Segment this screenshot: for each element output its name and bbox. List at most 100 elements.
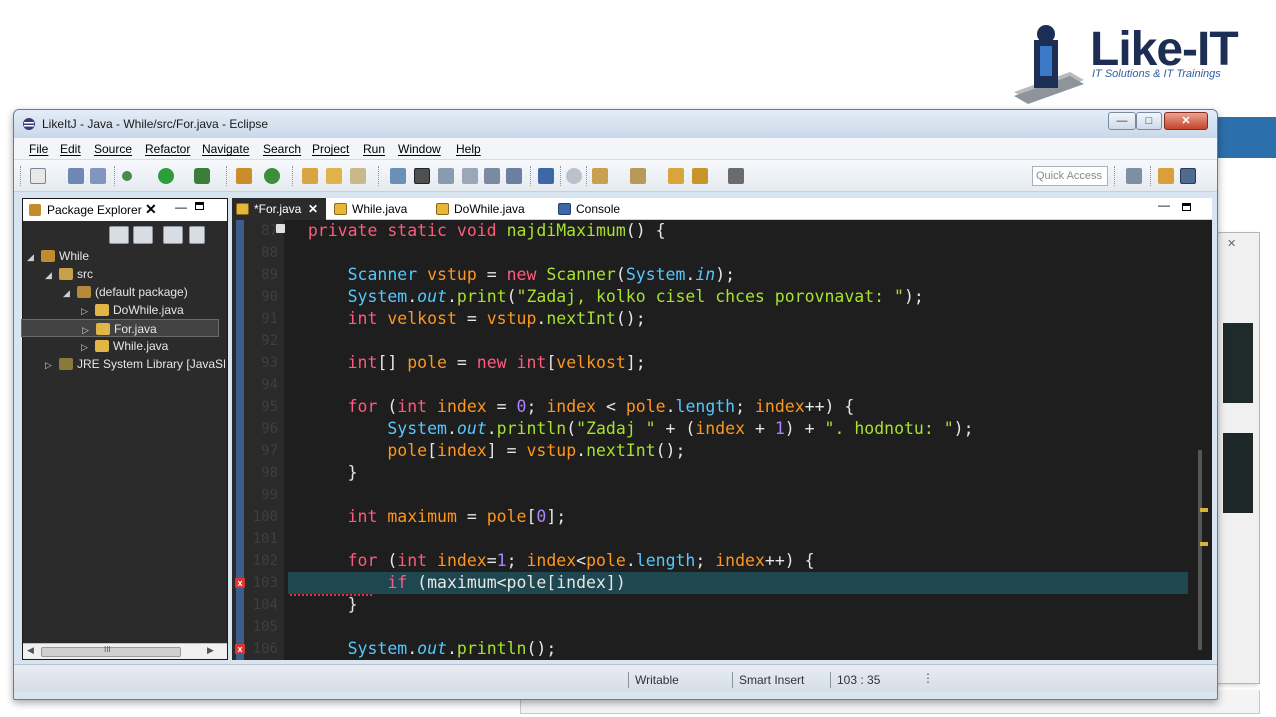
forward-icon[interactable]: [728, 168, 744, 184]
window-title: LikeItJ - Java - While/src/For.java - Ec…: [42, 117, 269, 131]
tree-item-default-package[interactable]: ◢ (default package): [63, 283, 188, 301]
show-console-icon[interactable]: [538, 168, 554, 184]
expand-toggle-icon[interactable]: ▷: [45, 356, 59, 373]
status-more-icon[interactable]: ⋮: [922, 671, 934, 685]
tree-item-dowhile-java[interactable]: ▷ DoWhile.java: [81, 301, 184, 319]
open-task-icon[interactable]: [326, 168, 342, 184]
show-source-icon[interactable]: [484, 168, 500, 184]
toolbar-separator: [1150, 166, 1151, 186]
scroll-right-icon[interactable]: ▶: [207, 645, 214, 656]
code-line: for (int index=1; index<pole.length; ind…: [347, 551, 815, 570]
open-type-icon[interactable]: [302, 168, 318, 184]
overview-ruler[interactable]: [1192, 220, 1212, 660]
debug-icon[interactable]: [122, 171, 132, 181]
menu-project[interactable]: Project: [312, 142, 349, 156]
vertical-scrollbar[interactable]: [1198, 450, 1202, 650]
debug-perspective-icon[interactable]: [1158, 168, 1174, 184]
tab-for-java[interactable]: *For.java ✕: [232, 198, 326, 220]
save-icon[interactable]: [68, 168, 84, 184]
toggle-mark-occurrences-icon[interactable]: [414, 168, 430, 184]
tree-item-jre-library[interactable]: ▷ JRE System Library [JavaSE: [45, 355, 225, 373]
minimize-view-button[interactable]: —: [1158, 198, 1170, 212]
view-menu-chevron-down-icon[interactable]: [189, 226, 205, 244]
horizontal-scrollbar[interactable]: ◀ III ▶: [23, 643, 227, 659]
expand-toggle-icon[interactable]: ◢: [27, 248, 41, 266]
toolbar-separator: [114, 166, 115, 186]
close-icon[interactable]: ✕: [308, 198, 318, 220]
error-squiggle: [290, 593, 372, 596]
warning-marker[interactable]: [1200, 542, 1208, 546]
java-perspective-icon[interactable]: [1180, 168, 1196, 184]
menu-help[interactable]: Help: [456, 142, 481, 156]
search-icon[interactable]: [350, 168, 366, 184]
line-number-gutter[interactable]: 87 88 89 90 91 92 93 94 95 96 97 98 99 1…: [232, 220, 284, 660]
tab-while-java[interactable]: While.java: [330, 198, 430, 220]
menu-file[interactable]: File: [29, 142, 48, 156]
error-icon[interactable]: x: [235, 644, 245, 654]
open-perspective-icon[interactable]: [1126, 168, 1142, 184]
minimize-window-button[interactable]: —: [1108, 112, 1136, 130]
tab-console[interactable]: Console: [554, 198, 644, 220]
tree-item-for-java[interactable]: ▷ For.java: [21, 319, 219, 337]
menu-navigate[interactable]: Navigate: [202, 142, 249, 156]
status-insert-mode[interactable]: Smart Insert: [732, 672, 804, 688]
maximize-view-button[interactable]: [195, 202, 204, 210]
error-icon[interactable]: x: [235, 578, 245, 588]
menu-window[interactable]: Window: [398, 142, 441, 156]
tree-item-label: src: [77, 267, 93, 281]
java-file-icon: [95, 340, 109, 352]
expand-toggle-icon[interactable]: ◢: [45, 266, 59, 284]
show-whitespace-icon[interactable]: [462, 168, 478, 184]
previous-annotation-icon[interactable]: [630, 168, 646, 184]
line-number: 89: [261, 267, 278, 283]
menu-run[interactable]: Run: [363, 142, 385, 156]
scrollbar-thumb[interactable]: III: [41, 645, 181, 657]
toggle-breadcrumb-icon[interactable]: [506, 168, 522, 184]
warning-marker[interactable]: [1200, 508, 1208, 512]
tree-item-src[interactable]: ◢ src: [45, 265, 93, 283]
menu-edit[interactable]: Edit: [60, 142, 81, 156]
line-number: 96: [261, 421, 278, 437]
new-java-project-icon[interactable]: [236, 168, 252, 184]
minimize-view-button[interactable]: —: [175, 200, 187, 214]
maximize-window-button[interactable]: □: [1136, 112, 1162, 130]
title-bar[interactable]: LikeItJ - Java - While/src/For.java - Ec…: [14, 110, 1217, 138]
scroll-left-icon[interactable]: ◀: [27, 645, 34, 656]
menu-search[interactable]: Search: [263, 142, 301, 156]
tab-dowhile-java[interactable]: DoWhile.java: [432, 198, 542, 220]
code-area[interactable]: private static void najdiMaximum() { Sca…: [288, 220, 1188, 660]
run-external-tool-icon[interactable]: [194, 168, 210, 184]
expand-toggle-icon[interactable]: ▷: [81, 302, 95, 320]
collapse-all-icon[interactable]: [109, 226, 129, 244]
fold-collapse-icon[interactable]: [276, 224, 285, 233]
back-icon[interactable]: [692, 168, 708, 184]
expand-toggle-icon[interactable]: ◢: [63, 284, 77, 302]
toggle-ant-icon[interactable]: [390, 168, 406, 184]
close-icon: ✕: [1227, 238, 1237, 250]
menu-refactor[interactable]: Refactor: [145, 142, 190, 156]
link-with-editor-icon[interactable]: [133, 226, 153, 244]
close-window-button[interactable]: ✕: [1164, 112, 1208, 130]
save-all-icon[interactable]: [90, 168, 106, 184]
new-class-icon[interactable]: [264, 168, 280, 184]
tree-item-project-while[interactable]: ◢ While: [27, 247, 89, 265]
code-line: private static void najdiMaximum() {: [307, 221, 666, 240]
menu-source[interactable]: Source: [94, 142, 132, 156]
line-number: 101: [252, 531, 278, 547]
next-annotation-icon[interactable]: [592, 168, 608, 184]
maximize-view-button[interactable]: [1182, 203, 1191, 211]
new-icon[interactable]: [30, 168, 46, 184]
quick-access-input[interactable]: Quick Access: [1032, 166, 1108, 186]
status-cursor-position: 103 : 35: [830, 672, 880, 688]
tree-item-while-java[interactable]: ▷ While.java: [81, 337, 168, 355]
last-edit-location-icon[interactable]: [668, 168, 684, 184]
run-icon[interactable]: [158, 168, 174, 184]
expand-toggle-icon[interactable]: ▷: [81, 338, 95, 356]
focus-on-active-task-icon[interactable]: [163, 226, 183, 244]
package-explorer-tab[interactable]: Package Explorer: [47, 203, 142, 217]
toolbar-separator: [530, 166, 531, 186]
toggle-block-selection-icon[interactable]: [438, 168, 454, 184]
close-icon[interactable]: ✕: [145, 201, 157, 218]
background-panel: [1223, 323, 1253, 403]
skip-breakpoints-icon[interactable]: [566, 168, 582, 184]
